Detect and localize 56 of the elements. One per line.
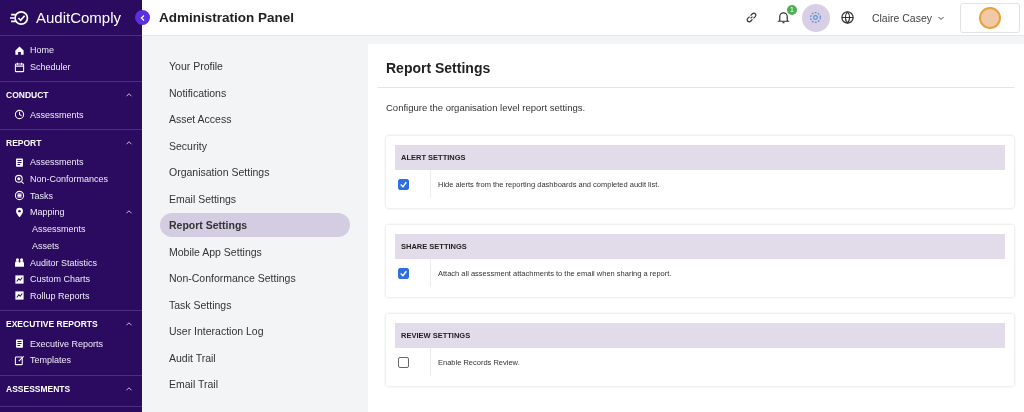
sidebar-subitem[interactable]: Assessments <box>0 220 142 238</box>
section-title: Report Settings <box>378 44 1014 88</box>
user-menu[interactable]: Claire Casey <box>871 11 945 24</box>
sidebar-item[interactable]: Templates <box>0 351 142 369</box>
settings-nav-item[interactable]: Security <box>160 133 350 158</box>
sidebar-subitem[interactable]: Assets <box>0 237 142 255</box>
settings-nav-item[interactable]: Report Settings <box>160 213 350 237</box>
sidebar-item[interactable]: Tasks <box>0 187 142 205</box>
section-heading: EXECUTIVE REPORTS <box>6 319 98 330</box>
description-text: Configure the organisation level report settings. <box>386 102 587 113</box>
settings-nav-item[interactable]: Non-Conformance Settings <box>160 266 350 290</box>
sidebar-item[interactable]: Rollup Reports <box>0 287 142 305</box>
checkbox[interactable] <box>398 267 409 279</box>
page-title: Administration Panel <box>159 10 295 25</box>
home-icon <box>14 44 25 56</box>
section-heading: CONDUCT <box>6 90 49 101</box>
settings-nav-item[interactable]: Email Settings <box>160 186 350 211</box>
brand-name: AuditComply <box>36 9 122 26</box>
checkbox[interactable] <box>398 178 409 190</box>
clock-icon <box>14 109 25 121</box>
settings-nav-item[interactable]: Asset Access <box>160 107 350 131</box>
sidebar-item[interactable]: Assessments <box>0 106 142 124</box>
document-icon <box>14 338 25 350</box>
checkmark-icon <box>399 179 408 189</box>
magnifier-icon <box>14 173 25 185</box>
list-circle-icon <box>14 190 25 202</box>
settings-nav-item[interactable]: Email Trail <box>160 372 350 396</box>
gear-icon <box>808 10 824 25</box>
section-heading: ASSESSMENTS <box>6 383 71 394</box>
people-icon <box>14 257 25 269</box>
chart-icon <box>14 273 25 285</box>
chart-icon <box>14 290 25 302</box>
sidebar-item[interactable]: Custom Charts <box>0 270 142 288</box>
sidebar-item[interactable]: Executive Reports <box>0 335 142 352</box>
settings-nav-item[interactable]: Notifications <box>160 80 350 105</box>
section-heading: REPORT <box>6 138 42 149</box>
sidebar-item[interactable]: Assessments <box>0 154 142 171</box>
checkbox[interactable] <box>398 356 409 368</box>
edit-icon <box>14 354 25 366</box>
settings-nav-item[interactable]: Task Settings <box>160 292 350 317</box>
settings-nav-item[interactable]: Audit Trail <box>160 345 350 370</box>
map-pin-icon <box>14 206 25 218</box>
sidebar-item[interactable]: Home <box>0 42 142 59</box>
settings-nav-item[interactable]: User Interaction Log <box>160 319 350 343</box>
document-icon <box>14 156 25 168</box>
chevron-left-icon <box>138 13 147 22</box>
settings-nav-item[interactable]: Organisation Settings <box>160 160 350 184</box>
settings-nav-item[interactable]: Mobile App Settings <box>160 239 350 264</box>
sidebar-item[interactable]: Auditor Statistics <box>0 254 142 271</box>
bell-icon <box>776 10 792 25</box>
sidebar-item[interactable]: Scheduler <box>0 58 142 76</box>
settings-nav-item[interactable]: Your Profile <box>160 54 350 78</box>
calendar-icon <box>14 61 25 73</box>
checkmark-icon <box>399 268 408 278</box>
sidebar-item[interactable]: Non-Conformances <box>0 170 142 188</box>
sidebar-item[interactable]: Mapping <box>0 204 142 221</box>
